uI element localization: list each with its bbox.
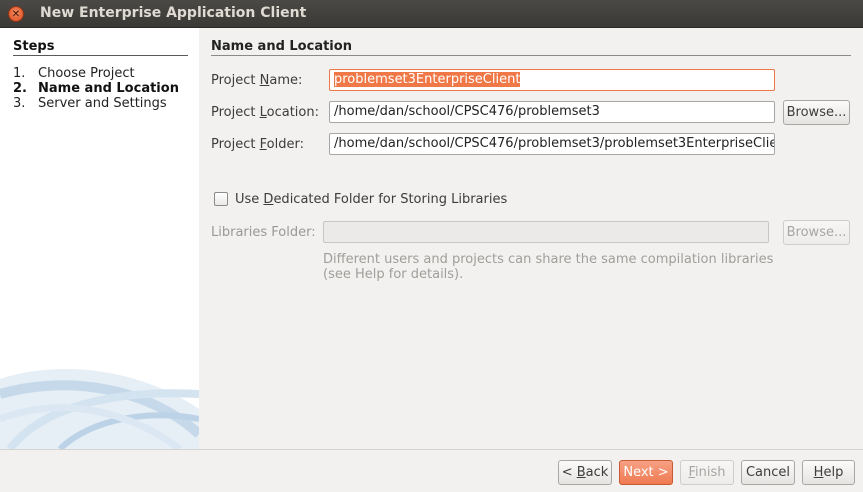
button-label: elp xyxy=(823,465,844,480)
steps-heading: Steps xyxy=(13,39,55,54)
label-text: Project xyxy=(211,73,260,88)
cancel-button[interactable]: Cancel xyxy=(741,460,795,485)
step-item-server-and-settings: 3. Server and Settings xyxy=(13,96,179,111)
project-location-label: Project Location: xyxy=(211,105,319,120)
button-label: inish xyxy=(695,465,726,480)
project-name-value: problemset3EnterpriseClient xyxy=(334,72,521,87)
step-label: Choose Project xyxy=(38,66,135,81)
button-label: Cancel xyxy=(745,465,791,480)
step-item-name-and-location: 2. Name and Location xyxy=(13,81,179,96)
button-label: Next > xyxy=(623,465,669,480)
button-label: < xyxy=(561,465,577,480)
browse-libraries-button[interactable]: Browse... xyxy=(783,220,850,245)
step-number: 1. xyxy=(13,66,26,81)
step-number: 3. xyxy=(13,96,26,111)
label-text: Use xyxy=(235,192,264,207)
mnemonic: H xyxy=(813,465,824,480)
mnemonic: L xyxy=(259,105,267,120)
label-text: ocation: xyxy=(266,105,319,120)
mnemonic: N xyxy=(259,73,270,88)
label-text: older: xyxy=(266,137,304,152)
back-button[interactable]: < Back xyxy=(558,460,612,485)
hint-line: Different users and projects can share t… xyxy=(323,252,774,267)
section-title: Name and Location xyxy=(211,39,352,54)
button-label: ack xyxy=(585,465,609,480)
label-text: Project xyxy=(211,105,260,120)
button-label: Browse... xyxy=(786,105,847,120)
dedicated-folder-checkbox[interactable] xyxy=(214,192,228,206)
window-title: New Enterprise Application Client xyxy=(40,5,307,21)
close-icon[interactable]: ✕ xyxy=(8,6,24,22)
mnemonic: D xyxy=(263,192,274,207)
project-folder-input[interactable]: /home/dan/school/CPSC476/problemset3/pro… xyxy=(329,133,775,155)
steps-list: 1. Choose Project 2. Name and Location 3. S… xyxy=(13,66,179,111)
step-label: Server and Settings xyxy=(38,96,167,111)
dialog-window: ✕ New Enterprise Application Client Step… xyxy=(0,0,863,492)
label-text: ame: xyxy=(269,73,303,88)
step-item-choose-project: 1. Choose Project xyxy=(13,66,179,81)
project-location-input[interactable]: /home/dan/school/CPSC476/problemset3 xyxy=(329,101,775,123)
mnemonic: B xyxy=(576,465,586,480)
steps-divider xyxy=(13,55,188,56)
project-folder-label: Project Folder: xyxy=(211,137,304,152)
project-name-label: Project Name: xyxy=(211,73,302,88)
libraries-folder-label: Libraries Folder: xyxy=(211,225,316,240)
next-button[interactable]: Next > xyxy=(619,460,673,485)
steps-panel: Steps 1. Choose Project 2. Name and Locati… xyxy=(0,28,199,449)
help-button[interactable]: Help xyxy=(802,460,855,485)
label-text: Project xyxy=(211,137,260,152)
project-name-input[interactable]: problemset3EnterpriseClient xyxy=(329,69,775,91)
libraries-folder-input[interactable] xyxy=(323,221,769,243)
step-label: Name and Location xyxy=(38,81,179,96)
project-location-value: /home/dan/school/CPSC476/problemset3 xyxy=(334,104,600,119)
step-number: 2. xyxy=(13,81,27,96)
mnemonic: F xyxy=(259,137,267,152)
project-folder-value: /home/dan/school/CPSC476/problemset3/pro… xyxy=(334,136,775,151)
dedicated-folder-label[interactable]: Use Dedicated Folder for Storing Librari… xyxy=(235,192,507,207)
finish-button[interactable]: Finish xyxy=(680,460,734,485)
section-divider xyxy=(211,55,851,56)
hint-line: (see Help for details). xyxy=(323,267,464,282)
footer-divider xyxy=(0,449,863,450)
browse-location-button[interactable]: Browse... xyxy=(783,100,850,125)
title-bar[interactable]: ✕ New Enterprise Application Client xyxy=(0,0,863,28)
libraries-hint-text: Different users and projects can share t… xyxy=(323,252,783,282)
button-label: Browse... xyxy=(786,225,847,240)
netbeans-swoosh-decoration-icon xyxy=(0,369,199,449)
label-text: edicated Folder for Storing Libraries xyxy=(273,192,508,207)
